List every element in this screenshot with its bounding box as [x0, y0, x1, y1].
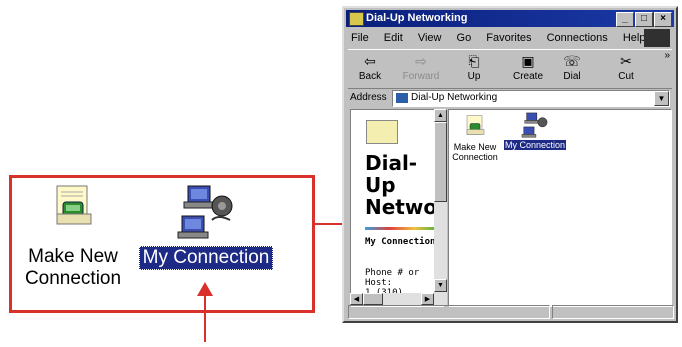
- minimize-button[interactable]: _: [616, 12, 634, 27]
- horizontal-scrollbar[interactable]: ◀ ▶: [350, 293, 434, 305]
- item-my-connection-label: My Connection: [503, 140, 567, 150]
- dial-icon: ☏: [563, 53, 581, 69]
- up-folder-icon: ⎗: [468, 53, 480, 69]
- zoom-my-connection-label: My Connection: [138, 246, 274, 270]
- zoom-my-connection[interactable]: My Connection: [136, 184, 276, 270]
- item-make-new-label: Make New Connection: [452, 142, 498, 162]
- menu-view[interactable]: View: [418, 32, 442, 44]
- menu-go[interactable]: Go: [457, 32, 472, 44]
- item-make-new-connection[interactable]: Make New Connection: [451, 114, 499, 162]
- scroll-up-button[interactable]: ▲: [434, 109, 447, 122]
- maximize-button[interactable]: □: [635, 12, 653, 27]
- menu-favorites[interactable]: Favorites: [486, 32, 531, 44]
- zoom-callout-box: Make New Connection My Connection: [9, 175, 315, 313]
- status-bar: [348, 305, 674, 319]
- pane-selected-name: My Connection: [365, 237, 436, 247]
- window-title: Dial-Up Networking: [366, 12, 468, 24]
- scroll-left-button[interactable]: ◀: [350, 293, 363, 305]
- forward-arrow-icon: ⇨: [415, 53, 427, 69]
- back-button[interactable]: ⇦ Back: [350, 53, 390, 82]
- toolbar-overflow-icon[interactable]: »: [664, 50, 670, 61]
- address-dropdown-button[interactable]: ▼: [654, 91, 669, 106]
- address-bar: Address Dial-Up Networking ▼: [348, 89, 672, 107]
- make-new-connection-icon: [56, 185, 92, 225]
- forward-button[interactable]: ⇨ Forward: [398, 53, 444, 82]
- zoom-make-new-connection[interactable]: Make New Connection: [18, 184, 128, 290]
- create-button[interactable]: ▣ Create: [508, 53, 548, 82]
- scroll-thumb[interactable]: [434, 122, 447, 202]
- menu-file[interactable]: File: [351, 32, 369, 44]
- cut-button[interactable]: ✂ Cut: [606, 53, 646, 82]
- close-button[interactable]: ×: [654, 12, 672, 27]
- toolbar: ⇦ Back ⇨ Forward ⎗ Up ▣ Create ☏ Dial ✂ …: [348, 49, 672, 89]
- window-icon: [349, 12, 364, 26]
- vertical-scrollbar[interactable]: ▲ ▼: [434, 109, 447, 305]
- create-icon: ▣: [521, 53, 535, 69]
- folder-icon: [366, 120, 398, 144]
- menu-edit[interactable]: Edit: [384, 32, 403, 44]
- my-connection-small-icon: [521, 112, 548, 138]
- title-bar[interactable]: Dial-Up Networking _ □ ×: [346, 10, 674, 27]
- status-cell-main: [348, 305, 550, 319]
- menu-help[interactable]: Help: [623, 32, 646, 44]
- scissors-icon: ✂: [620, 53, 632, 69]
- address-label: Address: [350, 92, 387, 103]
- windows-logo-icon: [644, 29, 670, 47]
- hscroll-thumb[interactable]: [363, 293, 383, 305]
- scroll-right-button[interactable]: ▶: [421, 293, 434, 305]
- dial-button[interactable]: ☏ Dial: [552, 53, 592, 82]
- item-my-connection[interactable]: My Connection: [503, 112, 567, 150]
- address-input[interactable]: Dial-Up Networking ▼: [392, 90, 670, 107]
- menu-bar: File Edit View Go Favorites Connections …: [348, 29, 672, 47]
- phone-label: Phone # or Host:: [365, 268, 420, 288]
- my-connection-icon: [177, 185, 233, 239]
- file-view-pane: Make New Connection My Connection: [448, 109, 672, 307]
- make-new-connection-small-icon: [466, 115, 485, 135]
- pane-divider: [365, 227, 439, 230]
- up-button[interactable]: ⎗ Up: [454, 53, 494, 82]
- address-value: Dial-Up Networking: [411, 92, 498, 103]
- zoom-make-new-label: Make New Connection: [24, 246, 122, 289]
- scroll-down-button[interactable]: ▼: [434, 279, 447, 292]
- dial-up-folder-icon: [396, 93, 408, 103]
- arrow-shaft-left: [204, 292, 206, 342]
- back-arrow-icon: ⇦: [364, 53, 376, 69]
- web-view-pane: Dial-Up Networl My Connection Phone # or…: [350, 109, 444, 307]
- menu-connections[interactable]: Connections: [547, 32, 608, 44]
- arrow-up-left: [197, 282, 213, 296]
- dial-up-networking-window: Dial-Up Networking _ □ × File Edit View …: [342, 6, 678, 323]
- pane-title: Dial-Up Networl: [365, 151, 443, 219]
- status-cell-zone: [552, 305, 674, 319]
